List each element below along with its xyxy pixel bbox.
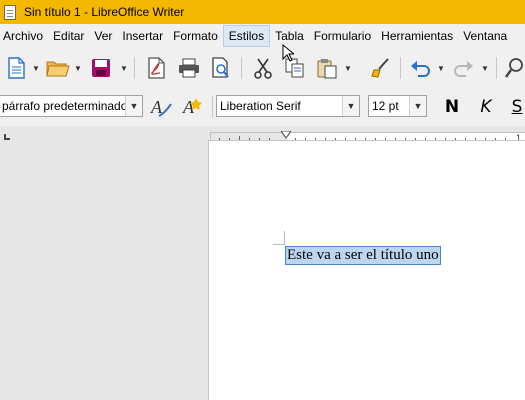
toolbar-separator [496,57,497,79]
new-dropdown-icon[interactable]: ▼ [31,62,41,74]
paste-icon[interactable] [314,55,340,81]
font-size-combo[interactable]: 12 pt ▼ [368,95,427,117]
menu-archivo[interactable]: Archivo [0,25,48,47]
standard-toolbar: ▼ ▼ ▼ ▼ ▼ ▼ [0,48,525,88]
find-replace-icon[interactable] [502,55,525,81]
chevron-down-icon[interactable]: ▼ [409,96,426,116]
mouse-pointer-icon [282,43,296,62]
formatting-toolbar: párrafo predeterminado ▼ A A Liberation … [0,88,525,126]
chevron-down-icon[interactable]: ▼ [125,96,142,116]
new-document-icon[interactable] [3,55,29,81]
update-style-icon[interactable]: A [148,95,174,119]
paste-dropdown-icon[interactable]: ▼ [343,62,353,74]
clone-formatting-icon[interactable] [368,55,394,81]
font-name-value: Liberation Serif [220,99,301,113]
menu-insertar[interactable]: Insertar [117,25,168,47]
italic-button[interactable]: K [474,95,498,119]
font-size-value: 12 pt [372,99,399,113]
writer-document-icon [4,4,16,20]
menu-ventana[interactable]: Ventana [458,25,512,47]
cut-icon[interactable] [250,55,276,81]
paragraph-style-combo[interactable]: párrafo predeterminado ▼ [0,95,143,117]
window-title: Sin título 1 - LibreOffice Writer [24,5,185,19]
toolbar-separator [212,96,213,118]
bold-button[interactable]: N [440,95,464,119]
chevron-down-icon[interactable]: ▼ [342,96,359,116]
menu-formulario[interactable]: Formulario [309,25,376,47]
menu-editar[interactable]: Editar [48,25,89,47]
document-work-area: 1 Este va a ser el título uno [0,126,525,400]
save-dropdown-icon[interactable]: ▼ [119,62,129,74]
open-dropdown-icon[interactable]: ▼ [73,62,83,74]
menu-bar: Archivo Editar Ver Insertar Formato Esti… [0,24,525,48]
open-folder-icon[interactable] [45,55,71,81]
menu-estilos[interactable]: Estilos [222,25,271,47]
export-pdf-icon[interactable] [143,55,169,81]
toolbar-separator [241,57,242,79]
paragraph-style-value: párrafo predeterminado [2,99,125,113]
title-bar: Sin título 1 - LibreOffice Writer [0,0,525,24]
text-boundary-mark [273,231,285,245]
tab-stop-selector[interactable] [4,134,10,140]
menu-ver[interactable]: Ver [89,25,117,47]
new-style-icon[interactable]: A [180,95,206,119]
redo-dropdown-icon[interactable]: ▼ [480,62,490,74]
undo-dropdown-icon[interactable]: ▼ [436,62,446,74]
print-preview-icon[interactable] [208,55,234,81]
toolbar-separator [134,57,135,79]
toolbar-separator [400,57,401,79]
menu-herramientas[interactable]: Herramientas [376,25,458,47]
selected-text[interactable]: Este va a ser el título uno [285,246,441,265]
document-page[interactable]: Este va a ser el título uno [208,140,525,400]
undo-icon[interactable] [408,55,434,81]
redo-icon[interactable] [450,55,476,81]
font-name-combo[interactable]: Liberation Serif ▼ [216,95,360,117]
save-icon[interactable] [88,55,114,81]
print-icon[interactable] [176,55,202,81]
underline-button[interactable]: S [506,95,525,119]
menu-formato[interactable]: Formato [168,25,223,47]
